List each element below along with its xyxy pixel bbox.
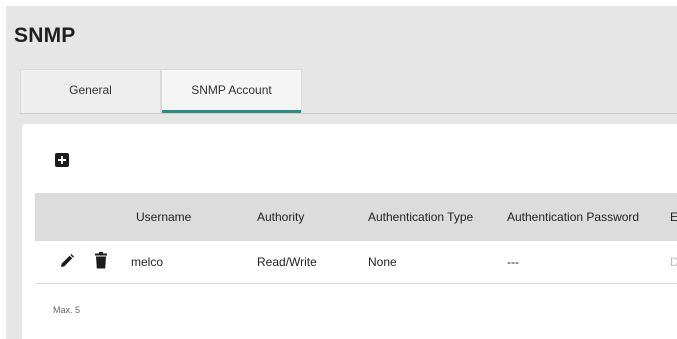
column-authentication-password: Authentication Password — [507, 210, 640, 224]
cell-authentication-password: --- — [507, 255, 519, 269]
tab-general[interactable]: General — [20, 69, 161, 113]
cell-authentication-type: None — [368, 255, 397, 269]
max-accounts-note: Max. 5 — [53, 305, 81, 315]
cell-username: melco — [131, 255, 164, 269]
add-box-icon[interactable] — [55, 153, 69, 167]
table-row: melco Read/Write None --- D — [35, 241, 677, 284]
content-card: Username Authority Authentication Type A… — [22, 124, 677, 339]
column-truncated: E — [670, 210, 677, 224]
edit-pencil-icon[interactable] — [59, 253, 75, 274]
table-header: Username Authority Authentication Type A… — [35, 193, 677, 241]
tab-bar: General SNMP Account — [20, 69, 677, 114]
page-title: SNMP — [14, 24, 76, 47]
tab-snmp-account[interactable]: SNMP Account — [161, 69, 302, 113]
delete-trash-icon[interactable] — [94, 252, 108, 274]
column-username: Username — [136, 210, 192, 224]
column-authentication-type: Authentication Type — [368, 210, 474, 224]
cell-authority: Read/Write — [257, 255, 317, 269]
column-authority: Authority — [257, 210, 305, 224]
cell-truncated: D — [670, 255, 677, 269]
